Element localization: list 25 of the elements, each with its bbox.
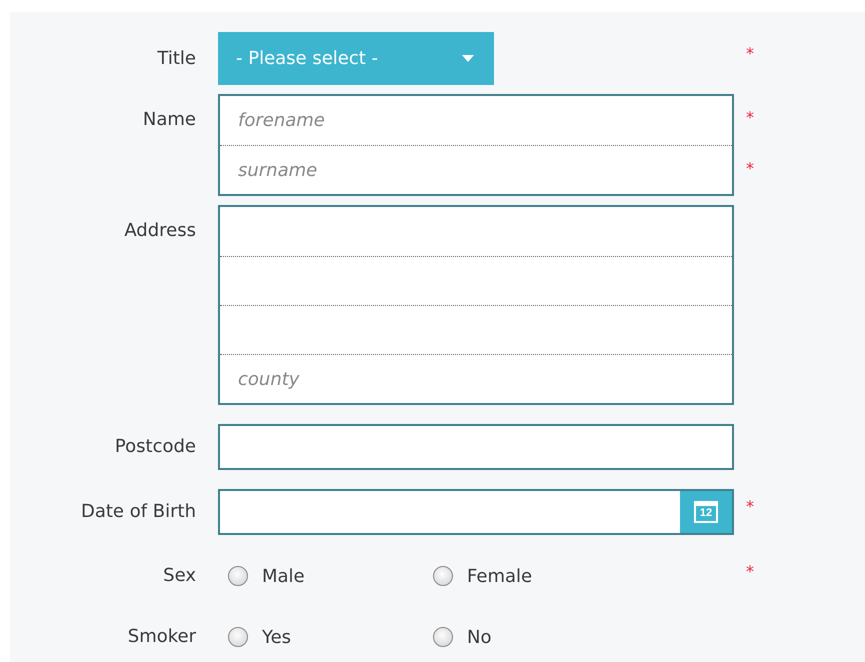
required-mark: *	[746, 496, 755, 515]
radio-option[interactable]: Male	[218, 566, 423, 586]
field-label: Postcode	[114, 435, 196, 459]
radio-option[interactable]: Female	[423, 566, 628, 586]
radio-button[interactable]	[228, 566, 248, 586]
radio-option[interactable]: Yes	[218, 626, 423, 648]
caret-icon	[462, 55, 474, 62]
field-label: Date of Birth	[80, 500, 196, 524]
field-label: Name	[142, 108, 196, 132]
field-label: Title	[156, 47, 196, 71]
radio-button[interactable]	[228, 627, 248, 647]
required-mark: *	[746, 107, 755, 126]
required-mark: *	[746, 43, 755, 62]
input-field[interactable]: surname	[238, 160, 732, 180]
input-field[interactable]	[218, 424, 734, 470]
radio-option[interactable]: No	[423, 626, 628, 648]
required-mark: *	[746, 158, 755, 177]
radio-button[interactable]	[433, 566, 453, 586]
input-field[interactable]: county	[238, 368, 732, 390]
field-label: Sex	[162, 564, 196, 588]
input-field[interactable]: forename	[238, 110, 732, 131]
radio-button[interactable]	[433, 627, 453, 647]
field-label: Address	[123, 219, 196, 243]
required-mark: *	[746, 561, 755, 580]
field-label: Smoker	[126, 625, 196, 649]
